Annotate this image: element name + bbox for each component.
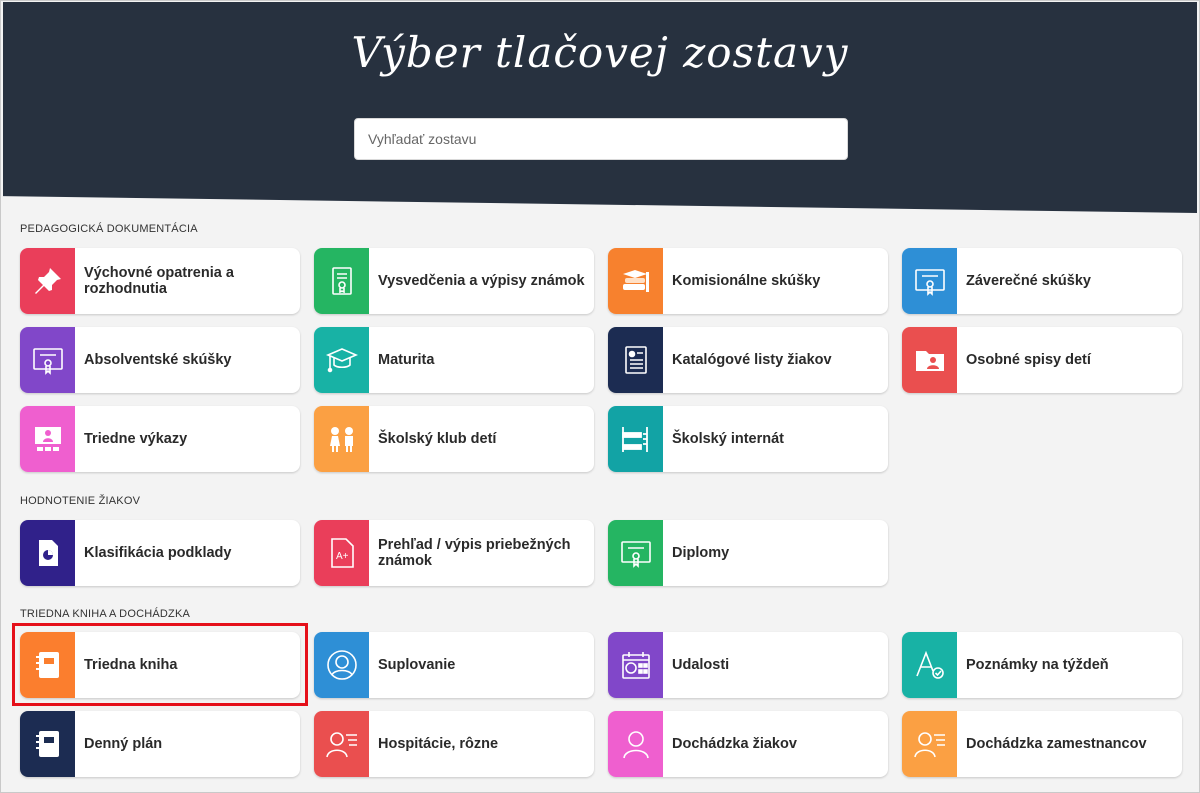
tile-vysvedcenia[interactable]: Vysvedčenia a výpisy známok: [314, 248, 594, 314]
pie-document-icon: [20, 520, 75, 586]
tile-label: Dochádzka žiakov: [672, 736, 797, 752]
tile-skolsky-internat[interactable]: Školský internát: [608, 406, 888, 472]
tile-label: Poznámky na týždeň: [966, 657, 1109, 673]
grade-document-icon: A+: [314, 520, 369, 586]
tile-skolsky-klub[interactable]: Školský klub detí: [314, 406, 594, 472]
diploma-icon: [20, 327, 75, 393]
tile-label: Katalógové listy žiakov: [672, 352, 832, 368]
tile-diplomy[interactable]: Diplomy: [608, 520, 888, 586]
tile-label: Suplovanie: [378, 657, 456, 673]
tile-label: Vysvedčenia a výpisy známok: [378, 273, 585, 289]
diploma-icon: [608, 520, 663, 586]
tile-triedne-vykazy[interactable]: Triedne výkazy: [20, 406, 300, 472]
tile-katalogove-listy[interactable]: Katalógové listy žiakov: [608, 327, 888, 393]
tile-hospitacie[interactable]: Hospitácie, rôzne: [314, 711, 594, 777]
tile-poznamky-na-tyzden[interactable]: Poznámky na týždeň: [902, 632, 1182, 698]
notebook-icon: [20, 711, 75, 777]
person-circle-icon: [314, 632, 369, 698]
tile-klasifikacia-podklady[interactable]: Klasifikácia podklady: [20, 520, 300, 586]
tile-label: Komisionálne skúšky: [672, 273, 821, 289]
tile-label: Výchovné opatrenia a rozhodnutia: [84, 265, 234, 297]
tile-label: Diplomy: [672, 545, 730, 561]
notebook-icon: [20, 632, 75, 698]
tile-label: Prehľad / výpis priebežných známok: [378, 537, 571, 569]
font-check-icon: [902, 632, 957, 698]
section-title-triedna-kniha: TRIEDNA KNIHA A DOCHÁDZKA: [20, 608, 191, 620]
tile-dochadzka-zamestnancov[interactable]: Dochádzka zamestnancov: [902, 711, 1182, 777]
tile-label: Školský klub detí: [378, 431, 497, 447]
tile-label: Klasifikácia podklady: [84, 545, 232, 561]
tile-label: Denný plán: [84, 736, 163, 752]
classroom-icon: [20, 406, 75, 472]
person-list-icon: [902, 711, 957, 777]
section-title-hodnotenie: HODNOTENIE ŽIAKOV: [20, 495, 141, 507]
svg-text:A+: A+: [336, 551, 349, 562]
tile-osobne-spisy[interactable]: Osobné spisy detí: [902, 327, 1182, 393]
tile-label: Dochádzka zamestnancov: [966, 736, 1147, 752]
tile-label: Udalosti: [672, 657, 730, 673]
section-title-pedagogicka: PEDAGOGICKÁ DOKUMENTÁCIA: [20, 223, 198, 235]
person-list-icon: [314, 711, 369, 777]
tile-triedna-kniha[interactable]: Triedna kniha: [20, 632, 300, 698]
pin-icon: [20, 248, 75, 314]
tile-maturita[interactable]: Maturita: [314, 327, 594, 393]
document-id-icon: [608, 327, 663, 393]
person-icon: [608, 711, 663, 777]
tile-label: Maturita: [378, 352, 435, 368]
page-title: Výber tlačovej zostavy: [351, 28, 849, 77]
tile-dochadzka-ziakov[interactable]: Dochádzka žiakov: [608, 711, 888, 777]
search-input[interactable]: [354, 118, 848, 160]
bunk-bed-icon: [608, 406, 663, 472]
tile-zaverecne-skusky[interactable]: Záverečné skúšky: [902, 248, 1182, 314]
tile-label: Hospitácie, rôzne: [378, 736, 499, 752]
tile-label: Absolventské skúšky: [84, 352, 232, 368]
tile-label: Záverečné skúšky: [966, 273, 1091, 289]
diploma-icon: [902, 248, 957, 314]
tile-udalosti[interactable]: Udalosti: [608, 632, 888, 698]
tile-komisionalne-skusky[interactable]: Komisionálne skúšky: [608, 248, 888, 314]
folder-person-icon: [902, 327, 957, 393]
tile-absolventske-skusky[interactable]: Absolventské skúšky: [20, 327, 300, 393]
tile-suplovanie[interactable]: Suplovanie: [314, 632, 594, 698]
tile-denny-plan[interactable]: Denný plán: [20, 711, 300, 777]
tile-label: Školský internát: [672, 431, 785, 447]
children-icon: [314, 406, 369, 472]
tile-label: Triedne výkazy: [84, 431, 188, 447]
graduation-cap-icon: [314, 327, 369, 393]
calendar-icon: [608, 632, 663, 698]
certificate-icon: [314, 248, 369, 314]
tile-label: Osobné spisy detí: [966, 352, 1091, 368]
tile-vychovne-opatrenia[interactable]: Výchovné opatrenia a rozhodnutia: [20, 248, 300, 314]
tile-label: Triedna kniha: [84, 657, 178, 673]
tile-prehlad-znamok[interactable]: A+ Prehľad / výpis priebežných známok: [314, 520, 594, 586]
books-icon: [608, 248, 663, 314]
